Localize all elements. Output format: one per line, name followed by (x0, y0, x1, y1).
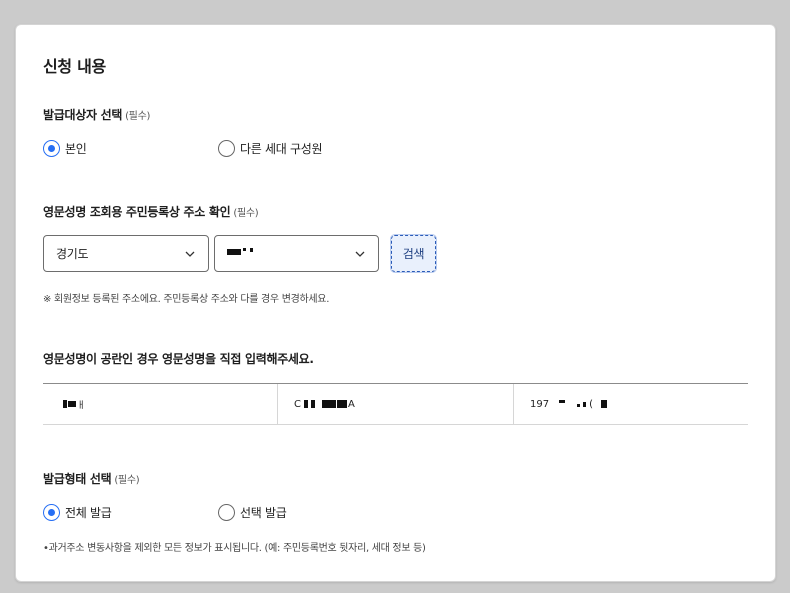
application-card: 신청 내용 발급대상자 선택 (필수) 본인 다른 세대 구성원 영문성명 조회용… (15, 24, 776, 582)
city-select-value (227, 247, 253, 261)
redacted-fragment: A (347, 398, 355, 410)
city-select[interactable] (214, 235, 379, 272)
province-select[interactable]: 경기도 (43, 235, 209, 272)
radio-full-issue[interactable]: 전체 발급 (43, 504, 112, 521)
redacted-block (310, 400, 315, 408)
radio-selective-issue-indicator[interactable] (218, 504, 235, 521)
english-name-label: 영문성명이 공란인 경우 영문성명을 직접 입력해주세요. (43, 352, 314, 366)
radio-self[interactable]: 본인 (43, 140, 87, 157)
redacted-block (559, 399, 566, 403)
issue-type-label: 발급형태 선택 (필수) (43, 470, 140, 487)
target-label: 발급대상자 선택 (필수) (43, 106, 150, 123)
radio-selective-issue[interactable]: 선택 발급 (218, 504, 287, 521)
redacted-block (303, 400, 308, 408)
redacted-block (336, 400, 347, 408)
search-button[interactable]: 검색 (390, 234, 437, 273)
birthdate-cell[interactable]: 197 ( (530, 384, 740, 424)
chevron-down-icon (184, 248, 196, 260)
redacted-block (250, 248, 253, 252)
issue-type-required: (필수) (114, 475, 140, 486)
radio-full-issue-label: 전체 발급 (65, 506, 112, 520)
issue-type-note: •과거주소 변동사항을 제외한 모든 정보가 표시됩니다. (예: 주민등록번호… (43, 543, 426, 554)
redacted-block (63, 400, 67, 408)
redacted-block (583, 401, 587, 407)
redacted-block (68, 401, 76, 407)
english-name-cell-text: C (294, 398, 301, 410)
redacted-block (601, 400, 607, 408)
address-label-text: 영문성명 조회용 주민등록상 주소 확인 (43, 205, 231, 219)
chevron-down-icon (354, 248, 366, 260)
redacted-block (577, 404, 581, 407)
redacted-fragment: ㅐ (77, 400, 86, 411)
province-select-value: 경기도 (56, 247, 89, 261)
cell-divider (513, 384, 514, 424)
radio-other-member-label: 다른 세대 구성원 (240, 142, 323, 156)
target-required: (필수) (125, 111, 151, 122)
cell-divider (277, 384, 278, 424)
issue-type-label-text: 발급형태 선택 (43, 472, 112, 486)
radio-full-issue-indicator[interactable] (43, 504, 60, 521)
redacted-block (227, 249, 241, 255)
table-bottom-border (43, 424, 748, 425)
section-title: 신청 내용 (43, 57, 106, 76)
address-note: ※ 회원정보 등록된 주소에요. 주민등록상 주소와 다를 경우 변경하세요. (43, 294, 330, 305)
radio-other-member-indicator[interactable] (218, 140, 235, 157)
redacted-block (321, 400, 336, 408)
birthdate-cell-text: 197 (530, 398, 550, 410)
radio-self-label: 본인 (65, 142, 87, 156)
redacted-fragment: ( (589, 398, 593, 410)
english-name-cell[interactable]: C A (294, 384, 504, 424)
korean-name-cell[interactable]: ㅐ (63, 384, 263, 424)
radio-other-member[interactable]: 다른 세대 구성원 (218, 140, 323, 157)
target-label-text: 발급대상자 선택 (43, 108, 123, 122)
radio-self-indicator[interactable] (43, 140, 60, 157)
radio-selective-issue-label: 선택 발급 (240, 506, 287, 520)
address-required: (필수) (233, 208, 259, 219)
address-label: 영문성명 조회용 주민등록상 주소 확인 (필수) (43, 203, 259, 220)
redacted-block (243, 248, 246, 251)
